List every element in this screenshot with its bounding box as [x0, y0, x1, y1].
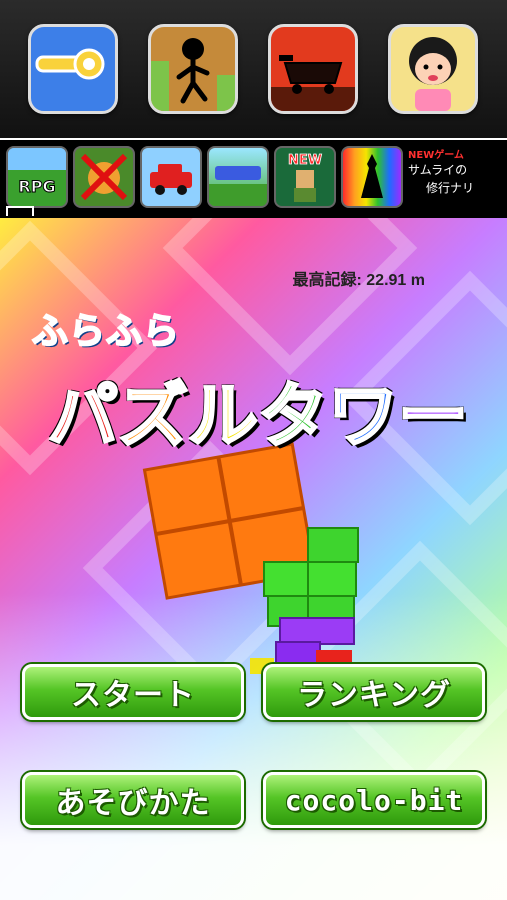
rpg-app-icon[interactable]: RPG — [6, 146, 68, 208]
ad-line-1: サムライの — [408, 163, 468, 177]
start-button[interactable]: スタート — [22, 664, 244, 720]
title-char: タ — [257, 374, 330, 459]
ranking-button-label: ランキング — [296, 678, 452, 713]
title-screen: 最高記録: 22.91 m ふらふら パズルタワー スタート ランキング あそび… — [0, 218, 507, 900]
new-game-app-icon[interactable]: NEW — [274, 146, 336, 208]
auntie-app-icon[interactable] — [388, 24, 478, 114]
rpg-label: RPG — [18, 177, 55, 196]
title-char: ワ — [327, 374, 400, 459]
best-record: 最高記録: 22.91 m — [292, 272, 426, 289]
title-char: ー — [397, 374, 470, 459]
silhouette-app-icon[interactable] — [341, 146, 403, 208]
cart-app-icon[interactable] — [268, 24, 358, 114]
ranking-button[interactable]: ランキング — [263, 664, 485, 720]
game-subtitle: ふらふら — [31, 310, 181, 353]
cocolo-bit-button[interactable]: cocolo-bit — [263, 772, 485, 828]
game-title: パズルタワー — [18, 366, 498, 466]
car-app-icon[interactable] — [140, 146, 202, 208]
title-char: ル — [187, 374, 260, 459]
start-button-label: スタート — [71, 678, 195, 713]
how-to-play-button[interactable]: あそびかた — [22, 772, 244, 828]
pin-app-icon[interactable] — [28, 24, 118, 114]
how-to-play-button-label: あそびかた — [55, 786, 211, 821]
info-badge[interactable] — [6, 206, 34, 216]
promo-banner-top — [0, 0, 507, 138]
title-char: ズ — [117, 374, 190, 459]
samurai-ad[interactable]: NEWゲーム サムライの 修行ナリ — [408, 146, 504, 216]
stickman-app-icon[interactable] — [148, 24, 238, 114]
quest-app-icon[interactable] — [207, 146, 269, 208]
new-label: NEW — [288, 153, 322, 168]
crossed-app-icon[interactable] — [73, 146, 135, 208]
cocolo-bit-button-label: cocolo-bit — [284, 783, 464, 817]
ad-line-2: 修行ナリ — [426, 181, 475, 195]
ad-new-label: NEWゲーム — [408, 150, 464, 161]
title-char: パ — [47, 374, 120, 459]
